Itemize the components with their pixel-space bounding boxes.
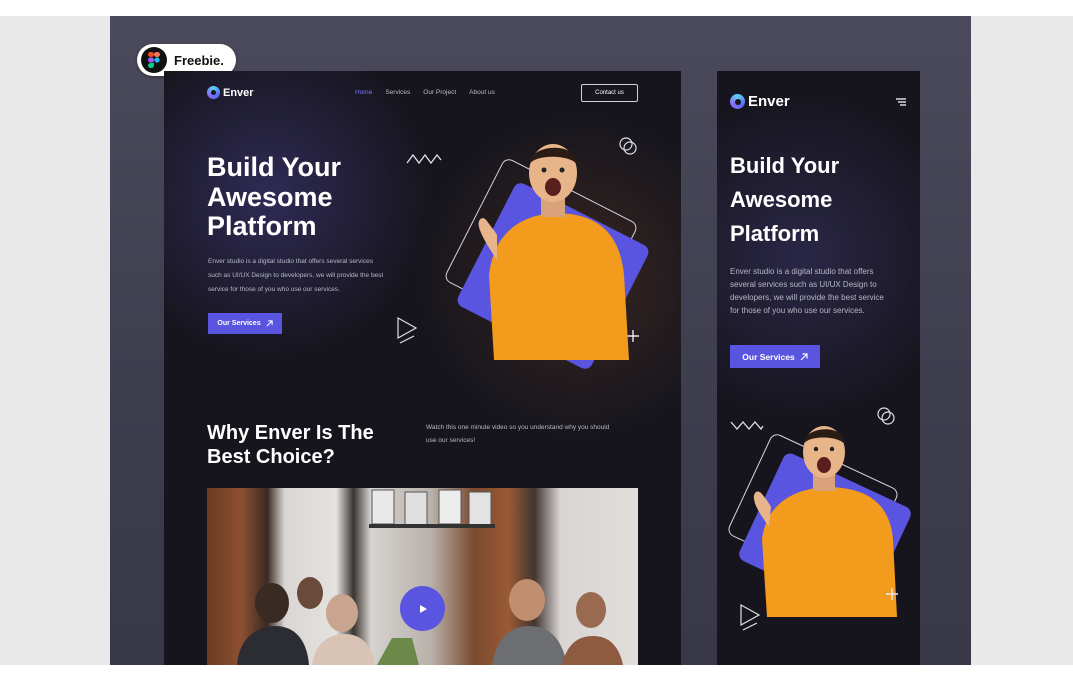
main-nav: Home Services Our Project About us — [355, 89, 495, 96]
logo-mark-icon — [207, 86, 220, 99]
hero-description: Enver studio is a digital studio that of… — [208, 255, 383, 297]
play-icon — [419, 604, 427, 613]
hero-title-line: Platform — [207, 211, 317, 242]
brand-logo[interactable]: Enver — [207, 86, 254, 99]
nav-item-home[interactable]: Home — [355, 89, 372, 96]
nav-item-services[interactable]: Services — [385, 89, 410, 96]
why-description: Watch this one minute video so you under… — [426, 421, 609, 447]
why-section-title: Why Enver Is The Best Choice? — [207, 421, 374, 469]
arrow-up-right-icon — [800, 352, 808, 360]
nav-item-about-us[interactable]: About us — [469, 89, 495, 96]
why-title-line: Best Choice? — [207, 446, 335, 468]
play-button[interactable] — [400, 586, 445, 631]
hero-person-image — [753, 426, 897, 617]
mobile-hero-description: Enver studio is a digital studio that of… — [730, 265, 884, 317]
desktop-mockup: Enver Home Services Our Project About us… — [164, 71, 681, 665]
menu-icon[interactable] — [895, 97, 907, 107]
triangle-icon — [397, 316, 418, 344]
chandelier-image — [369, 489, 495, 528]
mobile-our-services-button[interactable]: Our Services — [730, 345, 820, 368]
triangle-icon — [740, 603, 761, 631]
hero-desc-line: for those of you who use our services. — [730, 306, 865, 315]
nav-item-our-project[interactable]: Our Project — [423, 89, 456, 96]
arrow-up-right-icon — [266, 320, 273, 327]
our-services-button[interactable]: Our Services — [208, 313, 282, 334]
hero-desc-line: several services such as UI/UX Design to — [730, 280, 877, 289]
why-title-line: Why Enver Is The — [207, 422, 374, 444]
hero-title-line: Build Your — [207, 152, 341, 182]
glow-decoration — [717, 91, 920, 421]
hero-desc-line: service for those of you who use our ser… — [208, 286, 340, 293]
hero-title-line: Awesome — [207, 181, 333, 212]
hero-title-line: Awesome — [730, 187, 833, 212]
plus-icon — [886, 588, 898, 600]
hero-title-line: Platform — [730, 221, 820, 246]
our-services-label: Our Services — [742, 351, 795, 362]
zigzag-icon — [406, 153, 442, 165]
our-services-label: Our Services — [217, 320, 261, 327]
hero-title: Build Your Awesome Platform — [207, 152, 341, 242]
hero-desc-line: such as UI/UX Design to developers, we w… — [208, 272, 384, 279]
brand-name: Enver — [223, 86, 254, 99]
hero-title-line: Build Your — [730, 153, 840, 178]
hero-desc-line: Enver studio is a digital studio that of… — [730, 267, 874, 276]
figma-icon — [141, 47, 167, 73]
why-desc-line: Watch this one minute video so you under… — [426, 424, 610, 431]
mobile-mockup: Enver Build Your Awesome Platform Enver … — [717, 71, 920, 665]
hero-desc-line: developers, we will provide the best ser… — [730, 293, 884, 302]
video-thumbnail[interactable] — [207, 488, 638, 665]
hero-desc-line: Enver studio is a digital studio that of… — [208, 258, 373, 265]
hero-person-image — [478, 144, 629, 360]
logo-mark-icon — [730, 94, 745, 109]
why-desc-line: use our services! — [426, 437, 476, 444]
freebie-label: Freebie. — [174, 52, 224, 68]
mobile-brand-logo[interactable]: Enver — [730, 93, 790, 110]
mobile-hero-title: Build Your Awesome Platform — [730, 149, 839, 251]
brand-name: Enver — [748, 93, 790, 110]
contact-us-button[interactable]: Contact us — [581, 84, 638, 102]
